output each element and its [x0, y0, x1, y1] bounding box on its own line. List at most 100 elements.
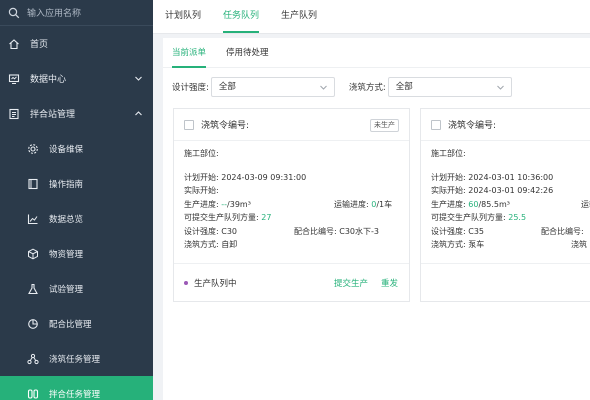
sidebar-item-label: 首页	[30, 40, 49, 50]
card-checkbox[interactable]	[184, 119, 194, 130]
queue-status: 生产队列中	[194, 278, 237, 289]
card-header: 浇筑令编号: 未生产	[174, 109, 409, 141]
sidebar-item-equipment-maintenance[interactable]: 设备维保	[0, 131, 153, 166]
transport-progress-total: /1车	[376, 199, 393, 209]
chevron-up-icon	[135, 111, 142, 116]
plan-start: 计划开始: 2024-03-01 10:36:00	[431, 172, 554, 182]
submit-production-button[interactable]: 提交生产	[334, 277, 368, 289]
book-icon	[28, 178, 38, 189]
sidebar-item-label: 拌合任务管理	[49, 389, 101, 400]
sidebar: 输入应用名称 首页 数据中心 拌合站管理 设备维保 操作指南 数据总览 物资管理…	[0, 0, 153, 400]
production-progress-label: 生产进度:	[184, 199, 222, 209]
task-card: 浇筑令编号: 未生产 施工部位: 计划开始: 2024-03-09 09:31:…	[173, 108, 410, 302]
progress-row: 生产进度: 60/85.5m³ 运输进度:	[431, 198, 590, 212]
sidebar-item-label: 数据总览	[49, 214, 84, 225]
construction-site: 施工部位:	[431, 149, 466, 158]
tab-task-queue[interactable]: 任务队列	[223, 0, 260, 33]
select-value: 全部	[395, 82, 413, 92]
pour-order-number-label: 浇筑令编号:	[448, 121, 497, 131]
pour-method-right: 浇筑	[571, 240, 587, 249]
sidebar-item-label: 设备维保	[49, 144, 84, 155]
sidebar-item-label: 物资管理	[49, 249, 84, 260]
gear-icon	[28, 143, 38, 154]
status-dot	[184, 280, 188, 285]
construction-site: 施工部位:	[184, 149, 219, 158]
status-badge: 未生产	[370, 119, 399, 132]
plan-start: 计划开始: 2024-03-09 09:31:00	[184, 172, 307, 182]
sidebar-item-pour-task[interactable]: 浇筑任务管理	[0, 341, 153, 376]
card-checkbox[interactable]	[431, 119, 441, 130]
pour-method-select[interactable]: 全部	[387, 77, 512, 97]
pour-method-row: 浇筑方式: 泵车 浇筑	[431, 238, 590, 252]
sidebar-item-operation-guide[interactable]: 操作指南	[0, 166, 153, 201]
chevron-down-icon	[135, 76, 142, 81]
mixer-icon	[27, 388, 39, 399]
dispatch-tabs: 当前派单 停用待处理	[163, 38, 590, 68]
flask-icon	[28, 283, 38, 294]
production-progress-total: /39m³	[227, 199, 251, 209]
card-body: 施工部位: 计划开始: 2024-03-09 09:31:00 实际开始: 生产…	[174, 141, 409, 263]
sidebar-item-label: 浇筑任务管理	[49, 354, 101, 365]
mix-ratio-number: 配合比编号: C30水下-3	[294, 226, 379, 236]
tab-suspended-pending[interactable]: 停用待处理	[226, 38, 269, 68]
strength-row: 设计强度: C30 配合比编号: C30水下-3	[184, 225, 399, 239]
strength-row: 设计强度: C35 配合比编号:	[431, 225, 590, 239]
resend-button[interactable]: 重发	[381, 277, 398, 289]
card-header: 浇筑令编号:	[421, 109, 590, 141]
sidebar-item-mixing-task[interactable]: 拌合任务管理	[0, 376, 153, 400]
tab-plan-queue[interactable]: 计划队列	[165, 0, 201, 33]
transport-progress-label: 运输进度:	[581, 199, 590, 209]
task-card: 浇筑令编号: 施工部位: 计划开始: 2024-03-01 10:36:00 实…	[420, 108, 590, 302]
pour-method: 浇筑方式: 泵车	[431, 240, 485, 249]
submittable-volume-label: 可提交生产队列方量:	[184, 213, 262, 222]
card-footer	[421, 263, 590, 301]
production-progress-total: /85.5m³	[478, 199, 510, 209]
card-body: 施工部位: 计划开始: 2024-03-01 10:36:00 实际开始: 20…	[421, 141, 590, 263]
sidebar-item-home[interactable]: 首页	[0, 26, 153, 61]
sidebar-item-data-center[interactable]: 数据中心	[0, 61, 153, 96]
pour-method: 浇筑方式: 自卸	[184, 240, 238, 249]
sidebar-item-label: 数据中心	[30, 75, 67, 85]
search-icon	[8, 7, 20, 18]
nodes-icon	[27, 353, 39, 364]
box-icon	[28, 248, 38, 259]
main-area: 计划队列 任务队列 生产队列 当前派单 停用待处理 设计强度: 全部 浇筑方式:…	[153, 0, 590, 400]
select-value: 全部	[218, 82, 236, 92]
actual-start: 实际开始:	[184, 186, 219, 195]
sidebar-item-label: 配合比管理	[49, 319, 92, 330]
search-placeholder: 输入应用名称	[27, 9, 82, 19]
home-icon	[9, 38, 19, 49]
pie-icon	[28, 318, 38, 329]
tab-production-queue[interactable]: 生产队列	[281, 0, 317, 33]
design-strength-select[interactable]: 全部	[210, 77, 335, 97]
sidebar-item-label: 试验管理	[49, 284, 84, 295]
task-cards: 浇筑令编号: 未生产 施工部位: 计划开始: 2024-03-09 09:31:…	[163, 108, 590, 400]
pour-method-label: 浇筑方式:	[348, 83, 386, 93]
submittable-volume-label: 可提交生产队列方量:	[431, 213, 509, 222]
pour-order-number-label: 浇筑令编号:	[201, 121, 250, 131]
tab-current-dispatch[interactable]: 当前派单	[172, 38, 207, 68]
production-progress-label: 生产进度:	[431, 199, 469, 209]
progress-row: 生产进度: --/39m³ 运输进度: 0/1车	[184, 198, 399, 212]
app-search[interactable]: 输入应用名称	[0, 0, 153, 26]
clipboard-icon	[9, 108, 19, 119]
sidebar-item-materials[interactable]: 物资管理	[0, 236, 153, 271]
sidebar-item-data-overview[interactable]: 数据总览	[0, 201, 153, 236]
monitor-icon	[8, 73, 20, 84]
chevron-down-icon	[320, 85, 327, 90]
task-queue-panel: 当前派单 停用待处理 设计强度: 全部 浇筑方式: 全部 浇筑令编号: 未生产 …	[163, 38, 590, 400]
transport-progress-label: 运输进度:	[334, 199, 372, 209]
sidebar-item-label: 操作指南	[49, 179, 84, 190]
mix-ratio-number: 配合比编号:	[541, 226, 584, 236]
sidebar-item-mix-ratio[interactable]: 配合比管理	[0, 306, 153, 341]
sidebar-item-mixing-station[interactable]: 拌合站管理	[0, 96, 153, 131]
transport-progress: 运输进度: 0/1车	[334, 198, 392, 212]
chevron-down-icon	[496, 85, 504, 90]
sidebar-item-label: 拌合站管理	[30, 110, 76, 120]
chart-icon	[27, 214, 38, 224]
design-strength: 设计强度: C35	[431, 226, 485, 236]
submittable-volume: 可提交生产队列方量: 27	[184, 211, 399, 225]
card-footer: 生产队列中 提交生产 重发	[174, 263, 409, 301]
design-strength: 设计强度: C30	[184, 226, 238, 236]
sidebar-item-testing[interactable]: 试验管理	[0, 271, 153, 306]
